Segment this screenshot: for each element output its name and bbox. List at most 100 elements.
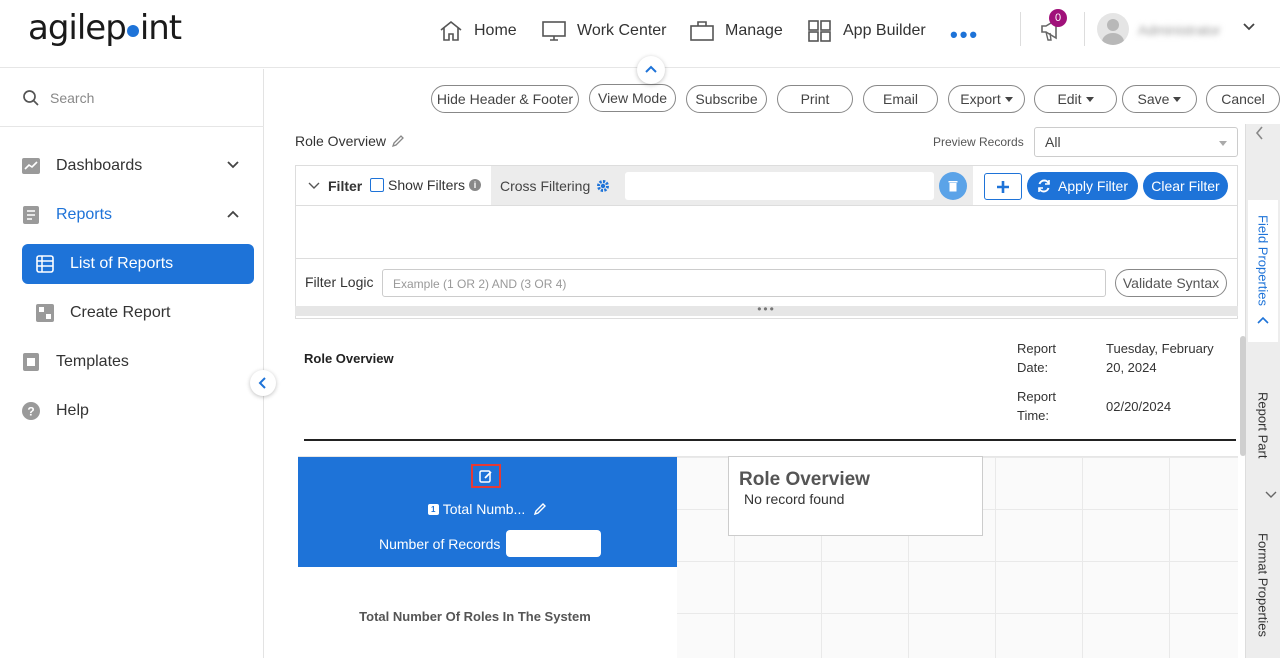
report-date-label-line: Date: [1017, 360, 1049, 375]
cross-filtering: Cross Filtering [500, 178, 610, 194]
user-name[interactable]: Administrator [1138, 22, 1220, 38]
report-part-description: Total Number Of Roles In The System [359, 609, 591, 624]
edit-report-part-button[interactable] [471, 464, 501, 488]
briefcase-icon [690, 21, 714, 41]
pencil-icon[interactable] [391, 134, 405, 148]
sidebar-item-templates[interactable]: Templates [22, 342, 254, 382]
validate-syntax-button[interactable]: Validate Syntax [1115, 269, 1227, 297]
chart-icon [22, 157, 40, 175]
agilepoint-logo[interactable]: agilep int [28, 8, 182, 48]
sidebar-item-label: Reports [56, 206, 113, 223]
info-icon[interactable]: i [469, 179, 482, 191]
gear-icon[interactable] [596, 179, 610, 193]
sidebar-item-label: Templates [56, 353, 129, 370]
clear-filter-button[interactable]: Clear Filter [1143, 172, 1228, 200]
panel-resize-handle[interactable]: ••• [295, 303, 1238, 316]
sidebar-item-list-of-reports[interactable]: List of Reports [22, 244, 254, 284]
nav-divider [1084, 12, 1085, 46]
template-icon [22, 353, 40, 371]
chevron-up-icon [645, 65, 657, 73]
cross-filtering-input[interactable] [625, 172, 934, 200]
chevron-left-icon [258, 377, 266, 389]
export-button[interactable]: Export [948, 85, 1025, 113]
report-time-label-line: Time: [1017, 408, 1050, 423]
chevron-down-icon [227, 161, 239, 169]
preview-records-label: Preview Records [933, 135, 1024, 149]
more-menu-button[interactable]: ••• [950, 22, 979, 48]
nav-home[interactable]: Home [438, 16, 517, 46]
sidebar-item-reports[interactable]: Reports [22, 195, 254, 235]
number-of-records-row: Number of Records [379, 530, 602, 557]
card-title: Role Overview [739, 469, 870, 490]
number-of-records-input[interactable] [506, 530, 602, 557]
save-label: Save [1137, 91, 1170, 107]
sidebar-item-label: Help [56, 402, 89, 419]
apply-filter-button[interactable]: Apply Filter [1027, 172, 1138, 200]
scrollbar[interactable] [1240, 336, 1246, 456]
filter-logic-input[interactable]: Example (1 OR 2) AND (3 OR 4) [382, 269, 1106, 297]
checkbox[interactable] [370, 178, 384, 192]
delete-filter-button[interactable] [939, 172, 967, 200]
sidebar-item-create-report[interactable]: Create Report [22, 293, 254, 333]
save-button[interactable]: Save [1122, 85, 1197, 113]
cross-filtering-label: Cross Filtering [500, 178, 591, 194]
help-icon: ? [22, 402, 40, 420]
report-date-value-line: Tuesday, February [1106, 341, 1214, 356]
edit-icon [479, 470, 492, 483]
total-number-label: Total Numb... [442, 501, 526, 517]
tab-report-part[interactable]: Report Part [1248, 380, 1278, 470]
number-of-records-label: Number of Records [379, 535, 501, 552]
show-filters-checkbox[interactable]: Show Filters i [370, 177, 482, 193]
monitor-icon [542, 21, 566, 41]
preview-records-select[interactable]: All [1034, 127, 1238, 157]
tab-field-properties[interactable]: Field Properties [1248, 200, 1278, 342]
card-empty-message: No record found [744, 491, 845, 507]
nav-work-center[interactable]: Work Center [541, 16, 667, 46]
caret-down-icon [1219, 141, 1227, 146]
nav-app-builder[interactable]: App Builder [807, 16, 926, 46]
refresh-icon [1038, 179, 1050, 193]
sidebar-search[interactable]: Search [0, 69, 264, 127]
top-navigation-bar: agilep int Home Work Center Manage App Bu… [0, 0, 1280, 68]
role-overview-card[interactable]: Role Overview No record found [728, 456, 983, 536]
filter-logic-label: Filter Logic [305, 274, 374, 290]
caret-down-icon [1085, 96, 1094, 102]
view-mode-button[interactable]: View Mode [589, 84, 676, 112]
chevron-left-icon[interactable] [1255, 126, 1265, 140]
sidebar-item-dashboards[interactable]: Dashboards [22, 146, 254, 186]
filter-toggle[interactable]: Filter [308, 178, 362, 194]
report-editor: Hide Header & Footer View Mode Subscribe… [265, 69, 1280, 658]
nav-app-builder-label: App Builder [843, 22, 926, 39]
field-type-icon: 1 [427, 503, 439, 515]
chevron-down-icon[interactable] [1265, 490, 1277, 500]
user-avatar[interactable] [1097, 13, 1129, 45]
sidebar-item-label: Dashboards [56, 157, 143, 174]
filter-panel: Filter Show Filters i Cross Filtering Ap… [295, 165, 1238, 319]
tab-format-properties[interactable]: Format Properties [1248, 520, 1278, 650]
report-icon [22, 206, 40, 224]
cancel-button[interactable]: Cancel [1206, 85, 1280, 113]
pencil-icon[interactable] [533, 502, 547, 516]
tab-field-properties-label: Field Properties [1255, 215, 1271, 307]
list-icon [36, 255, 54, 273]
report-name: Role Overview [295, 133, 405, 149]
email-button[interactable]: Email [863, 85, 938, 113]
nav-divider [1020, 12, 1021, 46]
print-button[interactable]: Print [777, 85, 853, 113]
sidebar: Search Dashboards Reports List of Report… [0, 69, 264, 658]
caret-down-icon [1004, 96, 1013, 102]
sidebar-item-label: List of Reports [70, 255, 174, 272]
edit-button[interactable]: Edit [1034, 85, 1117, 113]
collapse-sidebar-button[interactable] [250, 370, 276, 396]
nav-manage[interactable]: Manage [689, 16, 783, 46]
chevron-down-icon[interactable] [1242, 20, 1256, 34]
subscribe-button[interactable]: Subscribe [686, 85, 767, 113]
nav-home-label: Home [474, 22, 517, 39]
cross-filtering-area: Cross Filtering [491, 166, 973, 205]
report-date-label-line: Report [1017, 341, 1057, 356]
report-heading: Role Overview [304, 351, 394, 366]
hide-header-footer-button[interactable]: Hide Header & Footer [431, 85, 579, 113]
add-filter-button[interactable] [984, 173, 1022, 200]
sidebar-item-help[interactable]: ? Help [22, 391, 254, 431]
collapse-header-button[interactable] [637, 56, 665, 84]
